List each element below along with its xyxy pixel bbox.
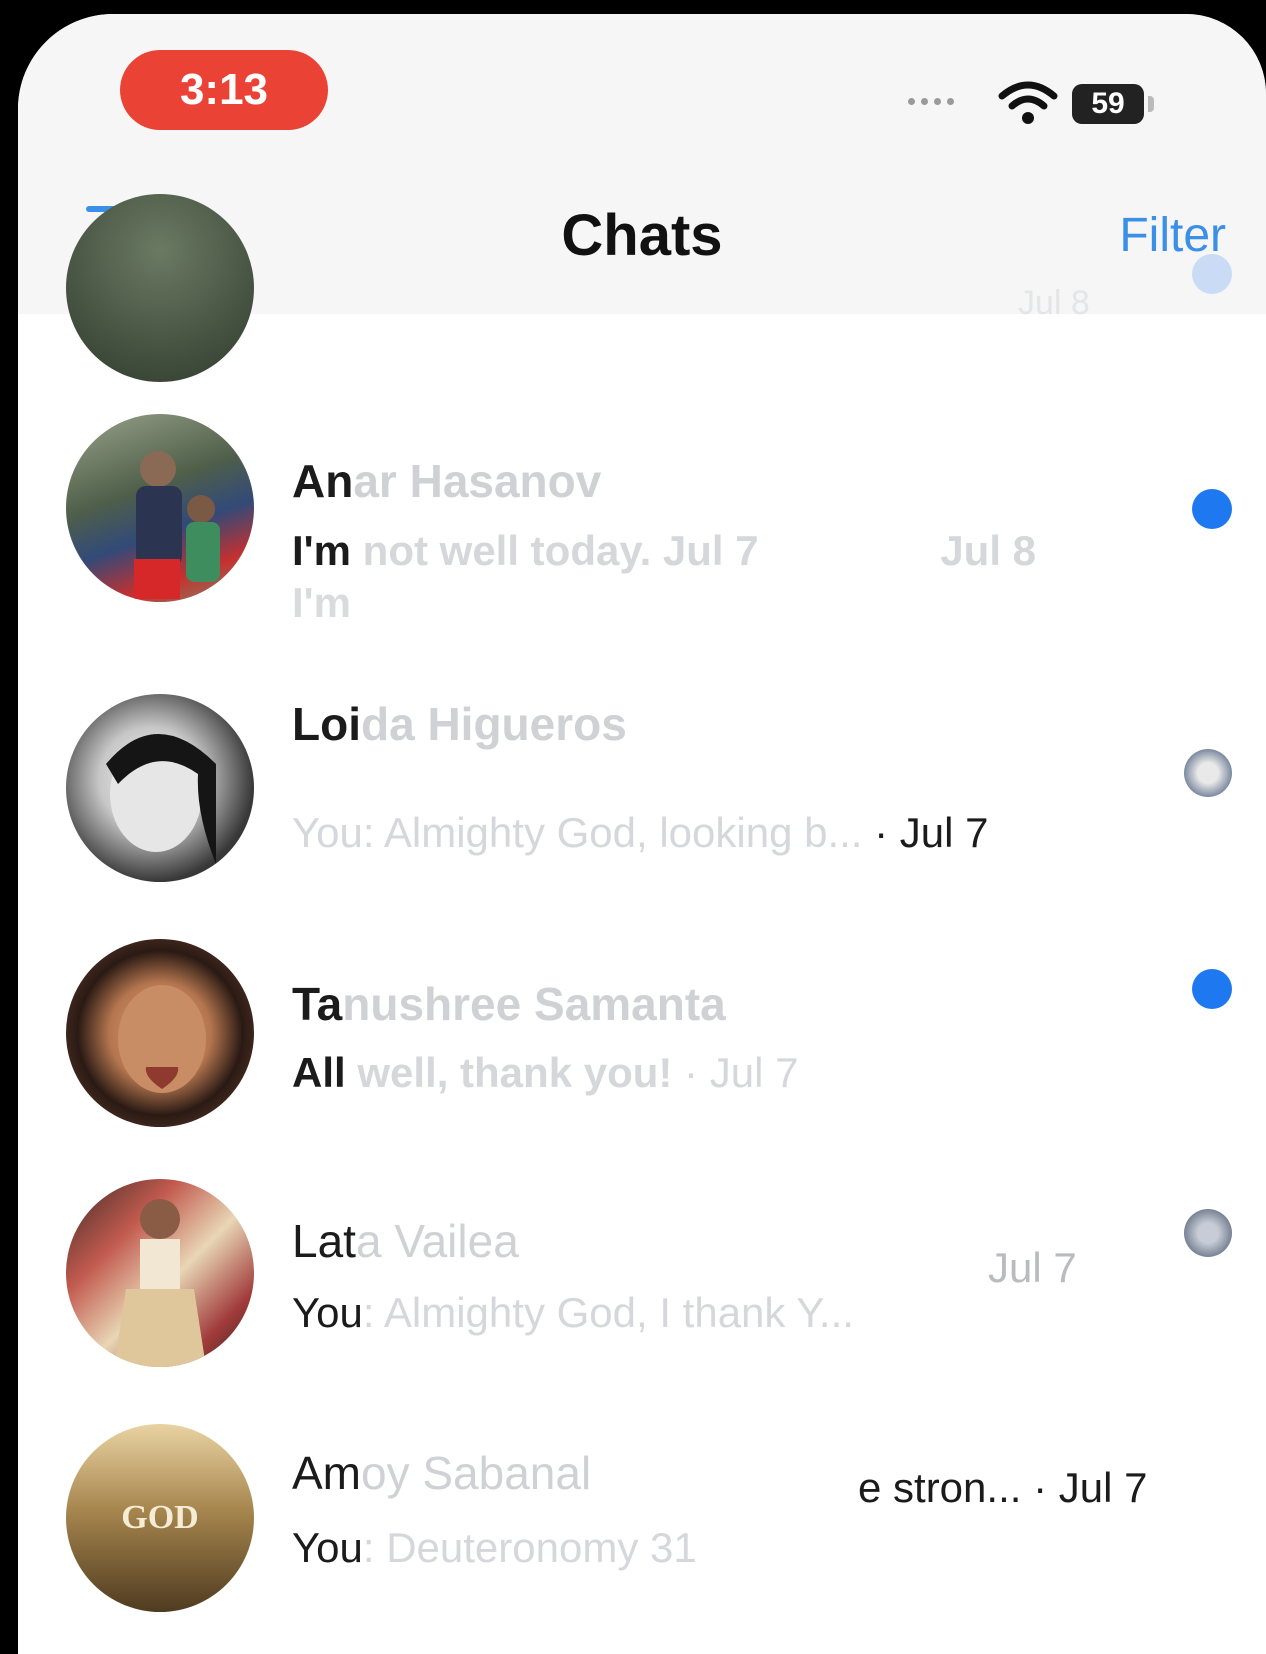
chat-row[interactable]: Lata Vailea You: Almighty God, I thank Y… [18,1164,1266,1394]
preview-bold: I'm [292,527,352,574]
preview-faded: : Almighty God, looking b... [362,809,863,856]
avatar [66,1179,254,1367]
chat-name: Lata Vailea [292,1214,519,1268]
chat-row[interactable]: Tanushree Samanta All well, thank you! ·… [18,919,1266,1149]
name-bold: Loi [292,698,361,750]
name-faded: ar Hasanov [353,455,602,507]
avatar [66,939,254,1127]
chat-preview: I'm not well today. Jul 7 Jul 8 [292,527,1036,575]
battery-icon: 59 [1072,84,1144,124]
preview-bold: You [292,809,363,856]
name-faded: da Higueros [360,698,627,750]
preview-bold: You [292,1289,363,1336]
preview-faded: : Deuteronomy 31 [362,1524,697,1571]
chat-preview-tail: e stron... · Jul 7 [858,1464,1147,1512]
preview-faded: : Almighty God, I thank Y... [362,1289,854,1336]
avatar: GOD [66,1424,254,1612]
chat-row[interactable]: GOD Amoy Sabanal You: Deuteronomy 31 e s… [18,1404,1266,1634]
time-pill[interactable]: 3:13 [120,50,328,130]
unread-dot [1192,969,1232,1009]
avatar [66,194,254,382]
ghost-date: Jul 7 [662,527,759,574]
unread-dot [1192,254,1232,294]
chat-date: · Jul 7 [862,809,989,856]
preview-bold: All [292,1049,346,1096]
chat-date: Jul 8 [1018,284,1090,322]
name-bold: An [292,455,354,507]
ghost-preview: I'm [292,579,352,626]
chat-preview: You: Almighty God, looking b... · Jul 7 [292,809,989,857]
chat-preview: You: Deuteronomy 31 [292,1524,697,1572]
chat-date: Jul 7 [988,1244,1077,1291]
chat-date: · Jul 7 [672,1049,799,1096]
name-faded: a Vailea [355,1215,519,1267]
wifi-icon [998,81,1058,124]
avatar [66,694,254,882]
phone-screen: 3:13 59 Chats Filter Jul 8 Anar Hasanov … [18,14,1266,1654]
unread-dot [1192,489,1232,529]
name-bold: Ta [292,978,343,1030]
preview-extra: e stron... [858,1464,1022,1511]
chat-row[interactable]: Loida Higueros You: Almighty God, lookin… [18,669,1266,899]
chat-preview: All well, thank you! · Jul 7 [292,1049,798,1097]
chat-name: Loida Higueros [292,697,627,751]
name-faded: nushree Samanta [342,978,726,1030]
chat-row[interactable]: Anar Hasanov I'm not well today. Jul 7 J… [18,399,1266,629]
chat-row-partial[interactable]: Jul 8 [18,194,1266,382]
seen-avatar-icon [1184,749,1232,797]
preview-bold: You [292,1524,363,1571]
battery-tip [1148,96,1154,112]
preview-faded: well, thank you! [345,1049,673,1096]
chat-preview: You: Almighty God, I thank Y... [292,1289,854,1337]
avatar [66,414,254,602]
chat-name: Amoy Sabanal [292,1446,591,1500]
chat-date: · Jul 7 [1021,1464,1148,1511]
chat-name: Anar Hasanov [292,454,601,508]
chat-name: Tanushree Samanta [292,977,726,1031]
preview-faded: not well today. [351,527,652,574]
name-faded: oy Sabanal [361,1447,592,1499]
avatar-text: GOD [121,1499,199,1536]
status-bar: 3:13 59 [18,14,1266,174]
ghost-date-2: Jul 8 [940,527,1037,574]
seen-avatar-icon [1184,1209,1232,1257]
name-bold: Lat [292,1215,356,1267]
cellular-signal-icon [908,98,954,105]
name-bold: Am [292,1447,361,1499]
